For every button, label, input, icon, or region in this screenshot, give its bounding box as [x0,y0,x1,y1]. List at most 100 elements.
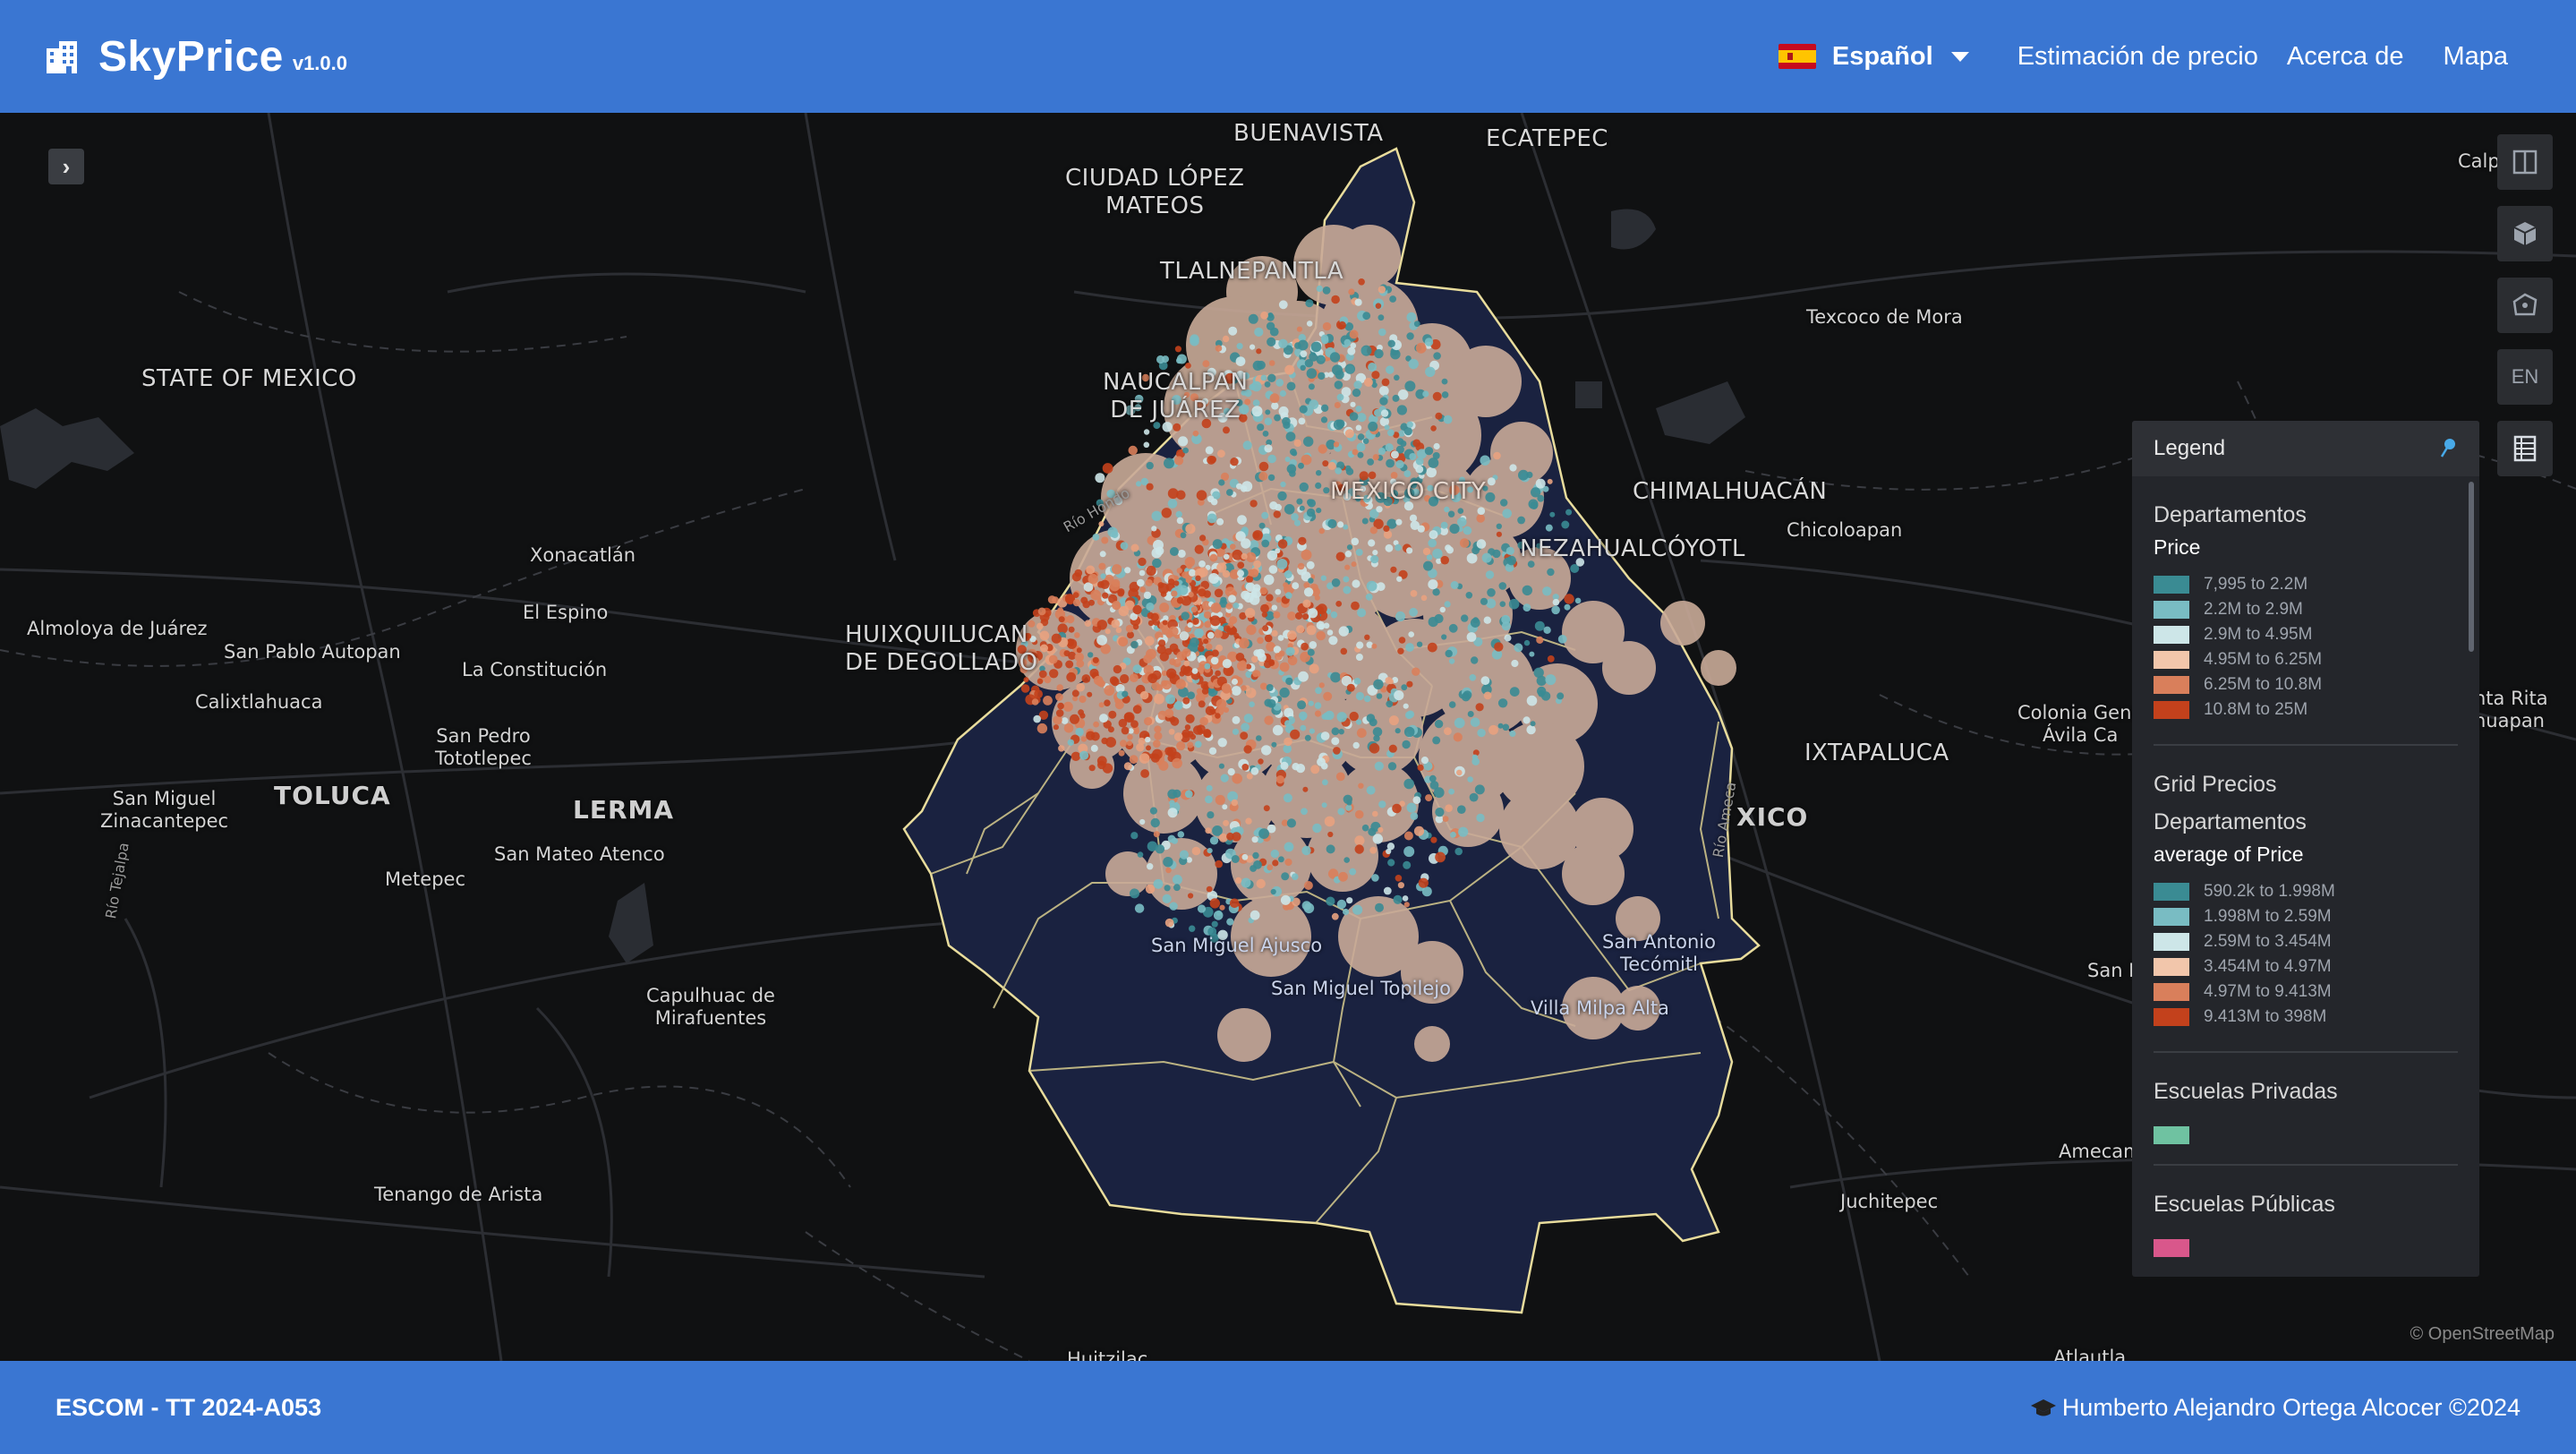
price-point [1374,761,1384,771]
map-canvas[interactable]: BUENAVISTA ECATEPEC CIUDAD LÓPEZ MATEOS … [0,113,2576,1361]
pin-icon[interactable] [2438,437,2458,460]
place-label: LERMA [573,795,675,825]
language-dropdown[interactable]: Español [1778,42,1969,72]
price-point [1058,616,1065,623]
place-label: Chicoloapan [1787,519,1903,541]
price-point [1185,524,1196,535]
split-view-button[interactable] [2497,134,2553,190]
price-point [1441,391,1449,398]
price-point [1286,381,1296,391]
legend-scrollbar[interactable] [2469,482,2474,652]
place-label: NEZAHUALCÓYOTL [1520,535,1745,562]
price-point [1406,312,1417,322]
price-point [1232,773,1242,784]
price-point [1236,483,1242,490]
place-label: La Constitución [462,659,608,680]
price-point [1164,458,1174,469]
price-point [1383,886,1392,895]
price-point [1160,591,1167,597]
price-point [1333,441,1340,448]
draw-polygon-button[interactable] [2497,278,2553,333]
price-point [1306,508,1316,517]
price-point [1322,460,1329,467]
price-point [1107,726,1114,733]
price-point [1115,627,1122,634]
price-point [1335,601,1343,607]
price-point [1150,753,1160,763]
price-point [1111,531,1119,539]
price-point [1557,635,1567,644]
price-point [1353,678,1361,685]
price-point [1251,655,1258,663]
price-point [1444,506,1450,513]
price-point [1284,707,1294,718]
price-point [1241,481,1253,492]
price-point [1139,569,1146,577]
place-label: ECATEPEC [1486,125,1608,152]
language-toggle-button[interactable]: EN [2497,349,2553,405]
price-point [1162,680,1172,690]
price-point [1275,548,1281,554]
building-icon [47,41,77,73]
side-panel-toggle[interactable]: › [48,149,84,184]
price-point [1262,431,1269,437]
price-point [1145,578,1153,586]
price-point [1357,413,1367,423]
price-point [1239,660,1247,667]
price-point [1225,603,1233,610]
legend-item-label: 1.998M to 2.59M [2204,907,2332,926]
nav-link-price-estimate[interactable]: Estimación de precio [2017,42,2258,72]
price-point [1130,673,1139,682]
place-label: XICO [1736,802,1809,832]
price-point [1296,326,1302,332]
price-point [1349,412,1359,421]
price-point [1470,618,1480,628]
3d-cube-icon [2513,222,2537,245]
price-point [1390,450,1399,459]
legend-swatch [2154,1239,2189,1257]
price-point [1393,894,1403,904]
price-point [1435,808,1445,817]
price-point [1406,547,1413,554]
brand[interactable]: SkyPrice v1.0.0 [43,27,347,86]
price-point [1300,724,1307,731]
price-point [1192,618,1199,625]
price-point [1197,904,1207,913]
price-point [1358,278,1365,286]
price-point [1408,631,1414,637]
price-point [1406,710,1415,719]
price-point [1188,893,1194,899]
legend-body[interactable]: Departamentos Price 7,995 to 2.2M 2.2M to 2… [2132,476,2479,1277]
price-point [1551,605,1560,615]
nav-link-about[interactable]: Acerca de [2287,42,2404,72]
price-point [1536,636,1544,645]
price-point [1480,597,1488,605]
price-point [1088,652,1094,658]
price-point [1209,456,1216,464]
price-point [1406,332,1414,340]
legend-swatch [2154,933,2189,951]
price-point [1432,588,1440,596]
price-point [1267,864,1274,871]
price-point [1158,760,1169,771]
data-table-button[interactable] [2497,421,2553,476]
price-point [1323,712,1331,720]
legend-item-label: 3.454M to 4.97M [2204,957,2332,976]
price-point [1217,449,1225,458]
map-attribution[interactable]: © OpenStreetMap [2410,1324,2555,1345]
3d-toggle-button[interactable] [2497,206,2553,261]
price-point [1338,871,1348,882]
price-point [1187,741,1194,748]
place-label: San Pedro Tototlepec [435,725,532,770]
price-point [1426,466,1437,478]
price-point [1128,445,1138,456]
price-point [1338,626,1350,637]
price-point [1457,805,1466,814]
price-point [1565,509,1573,516]
price-point [1312,823,1322,834]
price-point [1143,441,1150,449]
price-point [1448,658,1455,664]
nav-link-map[interactable]: Mapa [2443,42,2508,72]
price-point [1378,800,1386,808]
price-point [1285,432,1296,441]
